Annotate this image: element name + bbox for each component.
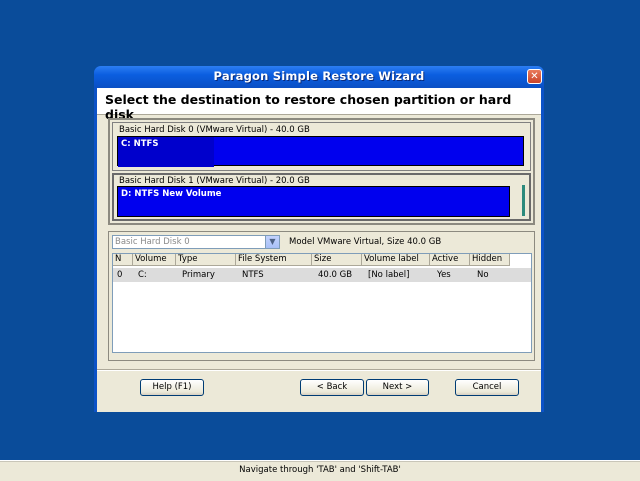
- partition-list[interactable]: N Volume Type File System Size Volume la…: [112, 253, 532, 353]
- header-band: Select the destination to restore chosen…: [97, 88, 541, 122]
- cell-type: Primary: [182, 270, 215, 280]
- column-header-size[interactable]: Size: [312, 254, 362, 266]
- cell-volume: C:: [138, 270, 147, 280]
- column-header-hidden[interactable]: Hidden: [470, 254, 510, 266]
- disk-select[interactable]: Basic Hard Disk 0 ▼: [112, 235, 280, 249]
- window-title: Paragon Simple Restore Wizard: [213, 69, 425, 83]
- disk-map-frame: Basic Hard Disk 0 (VMware Virtual) - 40.…: [108, 118, 535, 225]
- chevron-down-icon[interactable]: ▼: [265, 236, 279, 248]
- disk-scroll-handle[interactable]: [522, 185, 525, 216]
- dialog-client: Select the destination to restore chosen…: [97, 88, 541, 412]
- disk-label-0: Basic Hard Disk 0 (VMware Virtual) - 40.…: [119, 125, 310, 135]
- close-icon[interactable]: ✕: [527, 69, 542, 84]
- partition-c-label: C: NTFS: [121, 139, 159, 149]
- column-header-file-system[interactable]: File System: [236, 254, 312, 266]
- model-info: Model VMware Virtual, Size 40.0 GB: [289, 237, 442, 247]
- cell-volume-label: [No label]: [368, 270, 410, 280]
- disk-panel-1[interactable]: Basic Hard Disk 1 (VMware Virtual) - 20.…: [112, 173, 531, 221]
- partition-d-label: D: NTFS New Volume: [121, 189, 222, 199]
- cell-file-system: NTFS: [242, 270, 264, 280]
- cell-size: 40.0 GB: [318, 270, 353, 280]
- status-text: Navigate through 'TAB' and 'Shift-TAB': [239, 465, 401, 475]
- column-header-volume-label[interactable]: Volume label: [362, 254, 430, 266]
- partition-d[interactable]: D: NTFS New Volume: [117, 186, 510, 217]
- disk-label-1: Basic Hard Disk 1 (VMware Virtual) - 20.…: [119, 176, 310, 186]
- help-button[interactable]: Help (F1): [140, 379, 204, 396]
- column-header-active[interactable]: Active: [430, 254, 470, 266]
- status-bar: Navigate through 'TAB' and 'Shift-TAB': [0, 460, 640, 481]
- back-button[interactable]: < Back: [300, 379, 364, 396]
- column-header-n[interactable]: N: [113, 254, 133, 266]
- wizard-window: Paragon Simple Restore Wizard ✕ Select t…: [94, 66, 544, 412]
- cell-n: 0: [117, 270, 123, 280]
- cell-hidden: No: [477, 270, 489, 280]
- table-row[interactable]: 0 C: Primary NTFS 40.0 GB [No label] Yes…: [113, 268, 531, 282]
- partition-table-frame: Basic Hard Disk 0 ▼ Model VMware Virtual…: [108, 231, 535, 361]
- title-bar[interactable]: Paragon Simple Restore Wizard ✕: [94, 66, 544, 88]
- cell-active: Yes: [437, 270, 451, 280]
- disk-panel-0[interactable]: Basic Hard Disk 0 (VMware Virtual) - 40.…: [112, 122, 531, 171]
- column-header-type[interactable]: Type: [176, 254, 236, 266]
- cancel-button[interactable]: Cancel: [455, 379, 519, 396]
- button-separator: [97, 369, 541, 371]
- partition-c[interactable]: C: NTFS: [117, 136, 524, 167]
- next-button[interactable]: Next >: [366, 379, 429, 396]
- disk-select-value: Basic Hard Disk 0: [115, 237, 190, 247]
- column-header-volume[interactable]: Volume: [133, 254, 176, 266]
